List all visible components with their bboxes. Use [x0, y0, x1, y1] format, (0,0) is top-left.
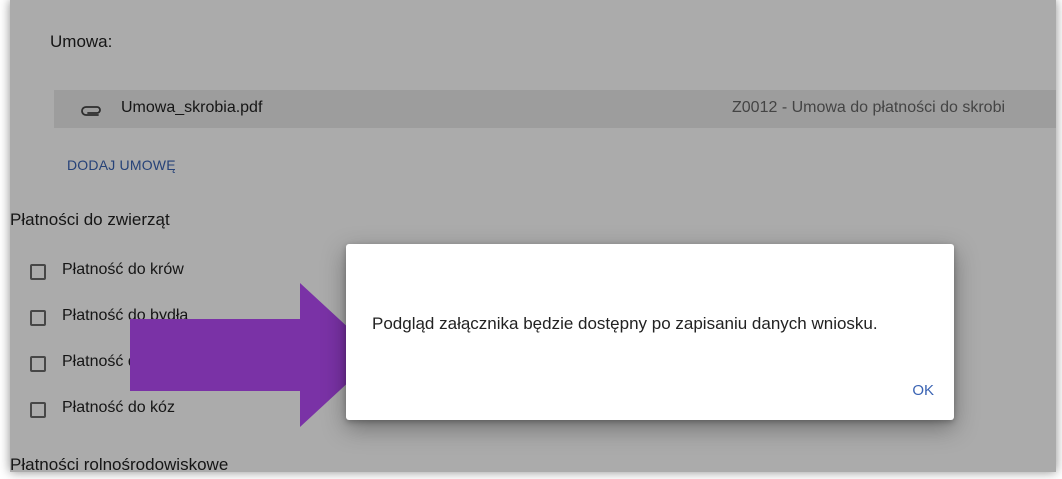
app-frame: Umowa: Umowa_skrobia.pdf Z0012 - Umowa d…	[10, 0, 1056, 472]
ok-button[interactable]: OK	[908, 380, 938, 401]
info-dialog: Podgląd załącznika będzie dostępny po za…	[346, 244, 954, 420]
dialog-message: Podgląd załącznika będzie dostępny po za…	[372, 314, 878, 333]
purple-arrow-icon	[130, 283, 378, 427]
